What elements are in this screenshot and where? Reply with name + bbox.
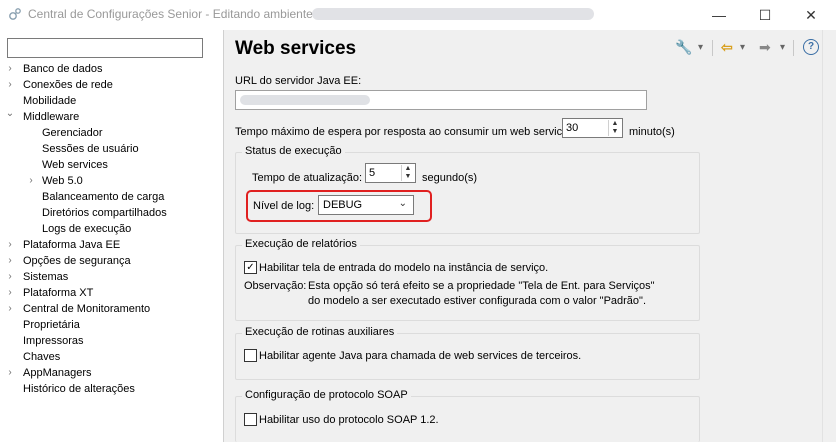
sidebar-item-label: Central de Monitoramento xyxy=(23,303,151,315)
toolbar-separator xyxy=(793,40,794,56)
refresh-unit: segundo(s) xyxy=(422,172,478,184)
sidebar-item-label: Gerenciador xyxy=(42,127,103,139)
log-level-value: DEBUG xyxy=(323,199,363,211)
reports-checkbox[interactable]: ✓ xyxy=(244,261,257,274)
server-url-label: URL do servidor Java EE: xyxy=(235,75,362,87)
reports-title: Execução de relatórios xyxy=(242,238,360,250)
exec-status-group: Status de execução Tempo de atualização:… xyxy=(235,145,700,234)
app-icon xyxy=(9,8,21,20)
expand-icon[interactable]: › xyxy=(5,301,15,317)
server-url-value-redacted xyxy=(240,95,370,105)
timeout-value: 30 xyxy=(566,122,579,134)
timeout-unit: minuto(s) xyxy=(629,126,675,138)
sidebar-item-label: Histórico de alterações xyxy=(23,383,135,395)
forward-dropdown-icon[interactable]: ▾ xyxy=(780,42,785,53)
close-button[interactable]: ✕ xyxy=(788,0,834,30)
page-title: Web services xyxy=(235,38,357,59)
reports-note-label: Observação: xyxy=(244,280,307,292)
timeout-label: Tempo máximo de espera por resposta ao c… xyxy=(235,126,572,138)
sidebar-item-label: Impressoras xyxy=(23,335,84,347)
title-bar: Central de Configurações Senior - Editan… xyxy=(0,0,836,30)
aux-checkbox-label[interactable]: Habilitar agente Java para chamada de we… xyxy=(259,350,581,362)
sidebar-item-label: Proprietária xyxy=(23,319,80,331)
sidebar-item-label: Balanceamento de carga xyxy=(42,191,165,203)
vertical-scrollbar[interactable] xyxy=(822,30,836,442)
window-title: Central de Configurações Senior - Editan… xyxy=(28,7,313,21)
sidebar: › Banco de dados › Conexões de rede Mobili… xyxy=(0,30,224,442)
maximize-icon: ☐ xyxy=(758,6,772,23)
server-url-input[interactable] xyxy=(235,90,647,110)
expand-icon[interactable]: › xyxy=(5,269,15,285)
log-level-label: Nível de log: xyxy=(253,200,315,212)
soap-checkbox[interactable] xyxy=(244,413,257,426)
sidebar-item-label: Web 5.0 xyxy=(42,175,83,187)
soap-group: Configuração de protocolo SOAP Habilitar… xyxy=(235,389,700,442)
sidebar-item-label: Logs de execução xyxy=(42,223,132,235)
forward-arrow-icon[interactable]: ➡ xyxy=(759,39,771,56)
reports-checkbox-label[interactable]: Habilitar tela de entrada do modelo na i… xyxy=(259,262,548,274)
toolbar-separator xyxy=(712,40,713,56)
sidebar-item-label: Plataforma Java EE xyxy=(23,239,121,251)
aux-checkbox[interactable] xyxy=(244,349,257,362)
spinner-arrows-icon[interactable]: ▲ ▼ xyxy=(401,165,414,181)
sidebar-item-label: Chaves xyxy=(23,351,61,363)
sidebar-item-label: Diretórios compartilhados xyxy=(42,207,167,219)
close-icon: ✕ xyxy=(805,6,817,23)
chevron-down-icon: ⌄ xyxy=(398,198,407,209)
sidebar-item-label: Sistemas xyxy=(23,271,69,283)
aux-group: Execução de rotinas auxiliares Habilitar… xyxy=(235,326,700,380)
minimize-button[interactable]: — xyxy=(696,0,742,30)
sidebar-item-label: Middleware xyxy=(23,111,80,123)
reports-group: Execução de relatórios ✓ Habilitar tela … xyxy=(235,238,700,321)
collapse-icon[interactable]: ⌄ xyxy=(5,106,15,122)
sidebar-item-label: Banco de dados xyxy=(23,63,103,75)
soap-checkbox-label[interactable]: Habilitar uso do protocolo SOAP 1.2. xyxy=(259,414,439,426)
aux-title: Execução de rotinas auxiliares xyxy=(242,326,398,338)
sidebar-item-label: Mobilidade xyxy=(23,95,77,107)
refresh-spinner[interactable]: 5 ▲ ▼ xyxy=(365,163,416,183)
expand-icon[interactable]: › xyxy=(26,173,36,189)
sidebar-search-input[interactable] xyxy=(7,38,203,58)
soap-title: Configuração de protocolo SOAP xyxy=(242,389,411,401)
back-arrow-icon[interactable]: ⇦ xyxy=(721,39,733,56)
expand-icon[interactable]: › xyxy=(5,285,15,301)
expand-icon[interactable]: › xyxy=(5,61,15,77)
expand-icon[interactable]: › xyxy=(5,365,15,381)
back-dropdown-icon[interactable]: ▾ xyxy=(740,42,745,53)
maximize-button[interactable]: ☐ xyxy=(742,0,788,30)
sidebar-item-label: Sessões de usuário xyxy=(42,143,139,155)
sidebar-item-label: AppManagers xyxy=(23,367,92,379)
reports-note-line1: Esta opção só terá efeito se a proprieda… xyxy=(308,280,655,292)
environment-name-redacted xyxy=(312,8,594,20)
refresh-value: 5 xyxy=(369,167,376,179)
sidebar-item-label: Conexões de rede xyxy=(23,79,113,91)
main-panel: Web services 🔧 ▾ ⇦ ▾ ➡ ▾ ? URL do servid… xyxy=(225,30,836,442)
sidebar-item-label: Opções de segurança xyxy=(23,255,131,267)
tools-dropdown-icon[interactable]: ▾ xyxy=(698,42,703,53)
sidebar-item-label: Web services xyxy=(42,159,108,171)
expand-icon[interactable]: › xyxy=(5,77,15,93)
timeout-spinner[interactable]: 30 ▲ ▼ xyxy=(562,118,623,138)
sidebar-item-label: Plataforma XT xyxy=(23,287,94,299)
minimize-icon: — xyxy=(712,7,726,23)
log-level-select[interactable]: DEBUG ⌄ xyxy=(318,195,414,215)
spinner-arrows-icon[interactable]: ▲ ▼ xyxy=(608,120,621,136)
expand-icon[interactable]: › xyxy=(5,237,15,253)
help-icon[interactable]: ? xyxy=(803,39,819,55)
wrench-icon[interactable]: 🔧 xyxy=(675,39,692,56)
reports-note-line2: do modelo a ser executado estiver config… xyxy=(308,295,646,307)
exec-status-title: Status de execução xyxy=(242,145,345,157)
refresh-label: Tempo de atualização: xyxy=(252,172,363,184)
expand-icon[interactable]: › xyxy=(5,253,15,269)
